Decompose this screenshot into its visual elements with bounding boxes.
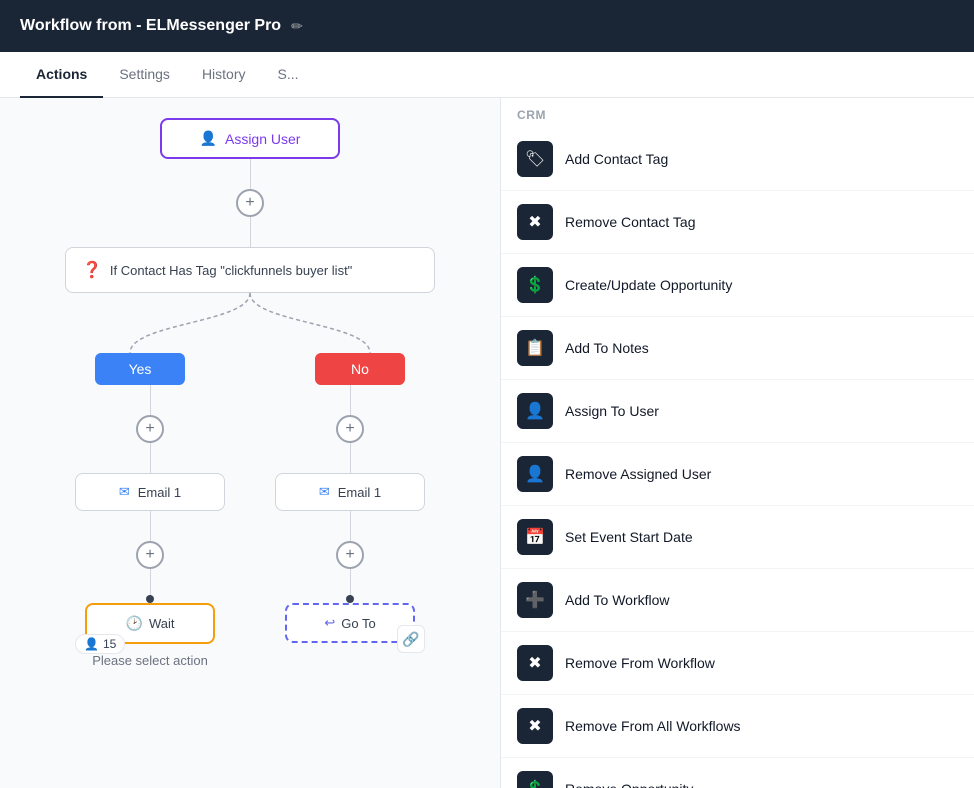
no-button[interactable]: No [315,353,405,385]
no-connector-1 [350,385,351,415]
goto-dot [346,595,354,603]
yes-add-button-2[interactable]: + [136,541,164,569]
condition-label: If Contact Has Tag "clickfunnels buyer l… [110,263,352,278]
branch-svg [50,293,450,353]
yes-branch: + ✉ Email 1 + 🕑 Wait [70,385,230,670]
yes-connector-1 [150,385,151,415]
yes-button[interactable]: Yes [95,353,185,385]
action-item-10[interactable]: 💲 Remove Opportunity [501,758,974,788]
clock-icon: 🕑 [126,615,143,632]
action-label-6: Set Event Start Date [565,529,693,545]
action-icon-4: 👤 [517,393,553,429]
action-label-0: Add Contact Tag [565,151,668,167]
action-icon-1: ✖ [517,204,553,240]
action-label-8: Remove From Workflow [565,655,715,671]
action-icon-9: ✖ [517,708,553,744]
action-label-2: Create/Update Opportunity [565,277,732,293]
please-select-area: Please select action [92,652,208,670]
assign-user-node[interactable]: 👤 Assign User [160,118,340,159]
action-item-5[interactable]: 👤 Remove Assigned User [501,443,974,506]
action-label-3: Add To Notes [565,340,649,356]
goto-node-wrapper: ↩ Go To 🔗 [285,599,415,643]
goto-node[interactable]: ↩ Go To [285,603,415,643]
user-count: 15 [103,637,116,651]
action-label-4: Assign To User [565,403,659,419]
branch-columns: + ✉ Email 1 + 🕑 Wait [50,385,450,670]
workflow-title: Workflow from - ELMessenger Pro [20,17,281,35]
action-label-7: Add To Workflow [565,592,670,608]
add-button-1[interactable]: + [236,189,264,217]
main-content: 👤 Assign User + ❓ If Contact Has Tag "cl… [0,98,974,788]
no-connector-2 [350,443,351,473]
yes-add-button[interactable]: + [136,415,164,443]
yes-connector-3 [150,511,151,541]
workflow-nodes: 👤 Assign User + ❓ If Contact Has Tag "cl… [0,118,500,670]
action-item-8[interactable]: ✖ Remove From Workflow [501,632,974,695]
condition-node[interactable]: ❓ If Contact Has Tag "clickfunnels buyer… [65,247,435,293]
question-icon: ❓ [82,260,102,280]
edit-icon[interactable]: ✏ [291,18,303,35]
tab-history[interactable]: History [186,52,262,98]
action-panel: CRM 🏷 Add Contact Tag ✖ Remove Contact Tag 💲… [500,98,974,788]
action-item-0[interactable]: 🏷 Add Contact Tag [501,128,974,191]
assign-user-icon: 👤 [200,130,217,147]
no-branch: + ✉ Email 1 + ↩ Go To [270,385,430,670]
tab-s[interactable]: S... [262,52,315,98]
connector-line-1 [250,159,251,189]
no-add-button-2[interactable]: + [336,541,364,569]
no-add-button[interactable]: + [336,415,364,443]
action-item-9[interactable]: ✖ Remove From All Workflows [501,695,974,758]
no-email-label: Email 1 [338,485,381,500]
person-icon: 👤 [84,637,99,651]
action-item-2[interactable]: 💲 Create/Update Opportunity [501,254,974,317]
action-label-1: Remove Contact Tag [565,214,695,230]
yes-connector-2 [150,443,151,473]
action-item-4[interactable]: 👤 Assign To User [501,380,974,443]
action-icon-7: ➕ [517,582,553,618]
email-icon-1: ✉ [119,484,130,500]
workflow-canvas: 👤 Assign User + ❓ If Contact Has Tag "cl… [0,98,500,788]
branch-lines [50,293,450,353]
email-icon-2: ✉ [319,484,330,500]
wait-node-wrapper: 🕑 Wait 👤 15 [85,599,215,644]
action-label-10: Remove Opportunity [565,781,693,788]
action-label-9: Remove From All Workflows [565,718,741,734]
tab-settings[interactable]: Settings [103,52,186,98]
action-item-7[interactable]: ➕ Add To Workflow [501,569,974,632]
app-header: Workflow from - ELMessenger Pro ✏ [0,0,974,52]
action-icon-2: 💲 [517,267,553,303]
user-count-badge: 👤 15 [75,634,125,654]
yes-email-label: Email 1 [138,485,181,500]
no-email-node[interactable]: ✉ Email 1 [275,473,425,511]
yes-email-node[interactable]: ✉ Email 1 [75,473,225,511]
assign-user-label: Assign User [225,131,300,147]
action-icon-3: 📋 [517,330,553,366]
goto-icon: ↩ [324,615,335,631]
tab-bar: Actions Settings History S... [0,52,974,98]
tab-actions[interactable]: Actions [20,52,103,98]
action-icon-6: 📅 [517,519,553,555]
no-connector-3 [350,511,351,541]
link-icon[interactable]: 🔗 [397,625,425,653]
action-item-6[interactable]: 📅 Set Event Start Date [501,506,974,569]
wait-label: Wait [149,616,175,631]
action-item-1[interactable]: ✖ Remove Contact Tag [501,191,974,254]
action-label-5: Remove Assigned User [565,466,711,482]
wait-dot [146,595,154,603]
action-item-3[interactable]: 📋 Add To Notes [501,317,974,380]
action-icon-8: ✖ [517,645,553,681]
connector-line-2 [250,217,251,247]
crm-section-header: CRM [501,98,974,128]
action-icon-0: 🏷 [517,141,553,177]
action-items-list: 🏷 Add Contact Tag ✖ Remove Contact Tag 💲 Crea… [501,128,974,788]
action-icon-10: 💲 [517,771,553,788]
goto-label: Go To [341,616,375,631]
please-select-text: Please select action [92,653,208,668]
action-icon-5: 👤 [517,456,553,492]
branch-buttons: Yes No [50,353,450,385]
